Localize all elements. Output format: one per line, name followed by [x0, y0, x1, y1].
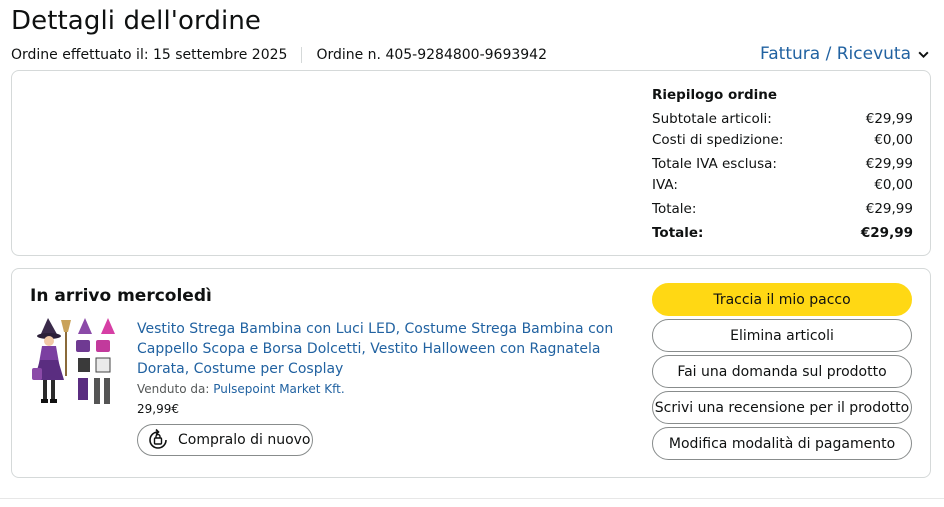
- summary-row-subtotal: Subtotale articoli: €29,99: [652, 109, 913, 130]
- buy-again-icon: [149, 428, 167, 449]
- product-price: 29,99€: [137, 402, 179, 416]
- summary-label: Totale:: [652, 225, 704, 241]
- summary-value: €0,00: [874, 177, 913, 193]
- product-image[interactable]: [30, 316, 122, 408]
- buy-again-label: Compralo di nuovo: [178, 432, 311, 448]
- summary-value: €29,99: [865, 156, 913, 172]
- summary-heading: Riepilogo ordine: [652, 87, 778, 103]
- summary-row-shipping: Costi di spedizione: €0,00: [652, 130, 913, 151]
- invoice-label: Fattura / Ricevuta: [760, 44, 911, 64]
- order-summary-card: Riepilogo ordine Subtotale articoli: €29…: [11, 70, 931, 256]
- summary-label: Costi di spedizione:: [652, 132, 784, 148]
- ask-question-button[interactable]: Fai una domanda sul prodotto: [652, 355, 912, 388]
- summary-label: Subtotale articoli:: [652, 111, 772, 127]
- summary-label: IVA:: [652, 177, 678, 193]
- summary-row-vat: IVA: €0,00: [652, 175, 913, 196]
- track-package-button[interactable]: Traccia il mio pacco: [652, 283, 912, 316]
- summary-row-total: Totale: €29,99: [652, 199, 913, 220]
- delete-items-button[interactable]: Elimina articoli: [652, 319, 912, 352]
- divider: [0, 498, 944, 499]
- summary-value: €29,99: [860, 225, 913, 241]
- product-title-link[interactable]: Vestito Strega Bambina con Luci LED, Cos…: [137, 319, 637, 379]
- summary-row-grand-total: Totale: €29,99: [652, 223, 913, 244]
- seller-label: Venduto da:: [137, 382, 214, 396]
- change-payment-button[interactable]: Modifica modalità di pagamento: [652, 427, 912, 460]
- seller-link[interactable]: Pulsepoint Market Kft.: [213, 382, 344, 396]
- shipment-card: In arrivo mercoledì Vestito Strega Bambi…: [11, 268, 931, 478]
- order-summary: Riepilogo ordine Subtotale articoli: €29…: [652, 87, 913, 244]
- order-date: Ordine effettuato il: 15 settembre 2025: [11, 47, 288, 63]
- shipment-actions: Traccia il mio pacco Elimina articoli Fa…: [652, 283, 913, 463]
- order-meta: Ordine effettuato il: 15 settembre 2025 …: [11, 47, 547, 63]
- summary-value: €0,00: [874, 132, 913, 148]
- write-review-button[interactable]: Scrivi una recensione per il prodotto: [652, 391, 912, 424]
- chevron-down-icon: [918, 51, 929, 58]
- summary-value: €29,99: [865, 111, 913, 127]
- summary-value: €29,99: [865, 201, 913, 217]
- divider: [301, 47, 303, 63]
- order-number: Ordine n. 405-9284800-9693942: [316, 47, 547, 63]
- summary-label: Totale IVA esclusa:: [652, 156, 777, 172]
- summary-label: Totale:: [652, 201, 697, 217]
- invoice-dropdown[interactable]: Fattura / Ricevuta: [760, 44, 930, 64]
- seller-info: Venduto da: Pulsepoint Market Kft.: [137, 382, 345, 396]
- delivery-status: In arrivo mercoledì: [30, 286, 212, 306]
- page-title: Dettagli dell'ordine: [11, 6, 261, 36]
- buy-again-button[interactable]: Compralo di nuovo: [137, 424, 313, 456]
- summary-row-net: Totale IVA esclusa: €29,99: [652, 154, 913, 175]
